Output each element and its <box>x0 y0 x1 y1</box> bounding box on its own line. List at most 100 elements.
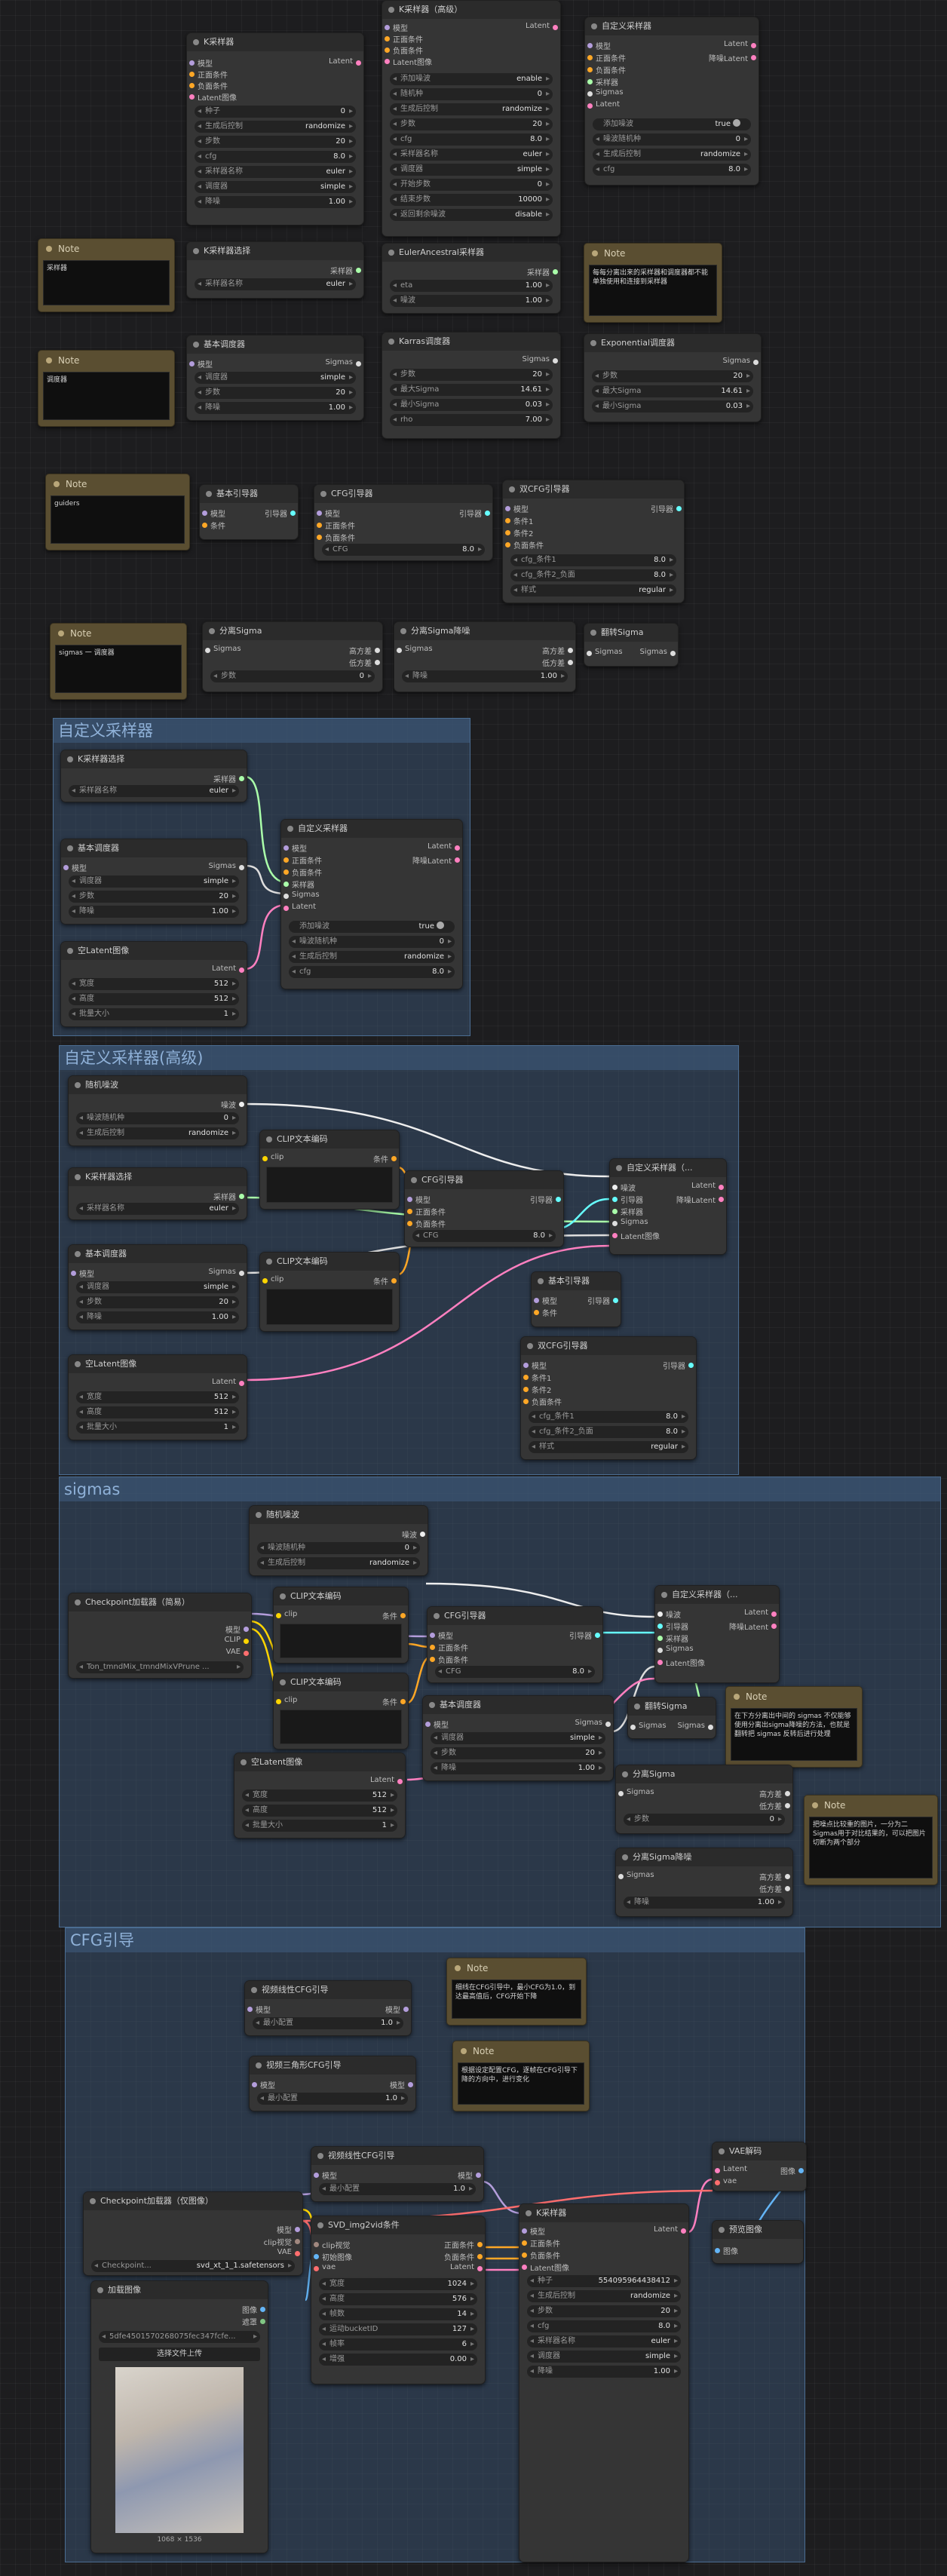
rho-widget[interactable]: rho7.00 <box>390 414 553 426</box>
min-cfg-widget[interactable]: 最小配置1.0 <box>319 2183 476 2195</box>
model-input[interactable]: 模型 <box>311 2170 337 2181</box>
cfg-widget[interactable]: cfg8.0 <box>593 164 751 176</box>
low-output[interactable]: 低方差 <box>759 1800 792 1811</box>
g2-ksampler-select-node[interactable]: K采样器选择 采样器 采样器名称euler <box>68 1167 247 1220</box>
sigmas-input[interactable]: Sigmas <box>655 1645 694 1653</box>
sigmas-output[interactable]: Sigmas <box>722 357 761 365</box>
latent-image-input[interactable]: Latent图像 <box>382 56 432 67</box>
width-widget[interactable]: 宽度512 <box>76 1391 239 1403</box>
sigmas-input[interactable]: Sigmas <box>610 1218 648 1226</box>
ksampler-node[interactable]: K采样器 模型 正面条件 负面条件 Latent图像 Latent 种子0 生成… <box>186 32 364 225</box>
denoise-widget[interactable]: 降噪1.00 <box>431 1762 605 1774</box>
g3-clip-encode-2-node[interactable]: CLIP文本编码 clip 条件 <box>273 1673 409 1750</box>
latent-output[interactable]: Latent <box>724 40 759 48</box>
negative-input[interactable]: 负面条件 <box>314 532 355 543</box>
cond-input[interactable]: 条件 <box>532 1307 557 1318</box>
positive-input[interactable]: 正面条件 <box>405 1206 446 1217</box>
g3-flip-sigmas-node[interactable]: 翻转Sigma Sigmas Sigmas <box>627 1697 716 1739</box>
negative-input[interactable]: 负面条件 <box>382 44 423 56</box>
latent-output[interactable]: Latent <box>212 964 247 973</box>
batch-widget[interactable]: 批量大小1 <box>76 1421 239 1434</box>
g4-linear-cfg-node[interactable]: 视频线性CFG引导 模型 模型 最小配置1.0 <box>244 1980 412 2036</box>
exponential-scheduler-node[interactable]: Exponential调度器 Sigmas 步数20 最大Sigma14.61 … <box>584 333 762 422</box>
width-widget[interactable]: 宽度512 <box>69 978 239 990</box>
ckpt-name-widget[interactable]: Ton_tmndMix_tmndMixVPrune ... <box>76 1661 244 1673</box>
high-output[interactable]: 高方差 <box>349 645 382 656</box>
prompt-textarea[interactable] <box>266 1167 393 1203</box>
latent-output[interactable]: Latent <box>450 2263 485 2271</box>
denoised-latent-output[interactable]: 降噪Latent <box>729 1621 779 1632</box>
sampler-name-widget[interactable]: 采样器名称euler <box>69 785 239 797</box>
g4-checkpoint-video-node[interactable]: Checkpoint加载器（仅图像） 模型 clip视觉 VAE Checkpo… <box>83 2191 303 2276</box>
upload-button[interactable]: 选择文件上传 <box>99 2348 260 2361</box>
noise-output[interactable]: 噪波 <box>221 1099 247 1110</box>
steps-widget[interactable]: 步数20 <box>431 1747 605 1759</box>
sigmas-input[interactable]: Sigmas <box>585 88 624 97</box>
latent-image-input[interactable]: Latent图像 <box>519 2262 569 2273</box>
cfg-widget[interactable]: CFG8.0 <box>435 1666 595 1678</box>
clip-input[interactable]: clip <box>274 1610 297 1618</box>
cfg-cond2-widget[interactable]: cfg_条件2_负面8.0 <box>510 569 676 581</box>
vae-output[interactable]: VAE <box>277 2248 302 2256</box>
ksampler-select-node[interactable]: K采样器选择 采样器 采样器名称euler <box>186 241 364 299</box>
note-scheduler[interactable]: Note 调度器 <box>38 350 175 427</box>
cond1-input[interactable]: 条件1 <box>503 515 533 526</box>
frames-widget[interactable]: 帧数14 <box>319 2308 477 2320</box>
sigma-min-widget[interactable]: 最小Sigma0.03 <box>390 399 553 411</box>
g1-custom-sampler-node[interactable]: 自定义采样器 模型 正面条件 负面条件 采样器 Sigmas Latent La… <box>280 819 463 989</box>
steps-widget[interactable]: 步数20 <box>76 1296 239 1308</box>
control-widget[interactable]: 生成后控制randomize <box>527 2290 681 2302</box>
style-widget[interactable]: 样式regular <box>529 1441 688 1453</box>
sampler-output[interactable]: 采样器 <box>527 266 560 278</box>
denoise-widget[interactable]: 降噪1.00 <box>69 906 239 918</box>
sigmas-output[interactable]: Sigmas <box>575 1719 613 1727</box>
sampler-output[interactable]: 采样器 <box>330 265 363 276</box>
scheduler-widget[interactable]: 调度器simple <box>195 181 356 193</box>
sampler-input[interactable]: 采样器 <box>610 1206 643 1217</box>
cond2-input[interactable]: 条件2 <box>503 527 533 538</box>
guider-output[interactable]: 引导器 <box>459 508 492 519</box>
positive-input[interactable]: 正面条件 <box>314 520 355 531</box>
note-guiders[interactable]: Note guiders <box>45 474 190 550</box>
image-file-widget[interactable]: 5dfe4501570268075fec347fcfe... <box>99 2331 260 2343</box>
step-widget[interactable]: 步数0 <box>210 670 375 682</box>
note-triangle-cfg[interactable]: Note 根据设定配置CFG，逐帧在CFG引导下降的方向中，进行变化 <box>452 2041 590 2111</box>
note-linear-cfg[interactable]: Note 细线在CFG引导中，最小CFG为1.0，到达最高值后，CFG开始下降 <box>446 1958 587 2026</box>
flip-sigmas-node[interactable]: 翻转Sigma Sigmas Sigmas <box>584 623 679 667</box>
latent-output[interactable]: Latent <box>526 22 560 30</box>
sampler-input[interactable]: 采样器 <box>585 76 618 87</box>
sigmas-input[interactable]: Sigmas <box>616 1871 654 1879</box>
guider-output[interactable]: 引导器 <box>587 1295 621 1306</box>
g3-checkpoint-loader-node[interactable]: Checkpoint加载器（简易） 模型 CLIP VAE Ton_tmndMi… <box>68 1593 252 1679</box>
dual-cfg-guider-node[interactable]: 双CFG引导器 模型 条件1 条件2 负面条件 引导器 cfg_条件18.0 c… <box>502 480 685 603</box>
s-noise-widget[interactable]: 噪波1.00 <box>390 295 553 307</box>
sampler-input[interactable]: 采样器 <box>655 1633 688 1644</box>
clip-vision-output[interactable]: clip视觉 <box>264 2236 302 2247</box>
fps-widget[interactable]: 帧率6 <box>319 2338 477 2351</box>
start-step-widget[interactable]: 开始步数0 <box>390 179 553 191</box>
denoise-widget[interactable]: 降噪1.00 <box>195 402 356 414</box>
g4-load-image-node[interactable]: 加载图像 图像 遮罩 5dfe4501570268075fec347fcfe..… <box>90 2280 268 2553</box>
model-input[interactable]: 模型 <box>187 57 213 69</box>
model-input[interactable]: 模型 <box>428 1630 453 1641</box>
model-output[interactable]: 模型 <box>277 2224 302 2235</box>
g3-split-sigmas-node[interactable]: 分离Sigma Sigmas 高方差 低方差 步数0 <box>615 1765 793 1834</box>
note-sigmas[interactable]: Note sigmas 一 调度器 <box>50 623 187 700</box>
cfg-widget[interactable]: cfg8.0 <box>527 2320 681 2332</box>
noise-output[interactable]: 噪波 <box>402 1529 428 1540</box>
sigmas-output[interactable]: Sigmas <box>325 358 363 366</box>
cond2-input[interactable]: 条件2 <box>521 1384 551 1395</box>
negative-input[interactable]: 负面条件 <box>585 64 626 75</box>
sampler-name-widget[interactable]: 采样器名称euler <box>527 2335 681 2348</box>
model-output[interactable]: 模型 <box>390 2079 415 2090</box>
cond-output[interactable]: 条件 <box>373 1275 399 1286</box>
denoised-latent-output[interactable]: 降噪Latent <box>709 52 759 63</box>
positive-input[interactable]: 正面条件 <box>519 2237 560 2249</box>
g4-ksampler-node[interactable]: K采样器 模型 正面条件 负面条件 Latent图像 Latent 种子5540… <box>519 2203 689 2562</box>
latent-output[interactable]: Latent <box>744 1608 779 1617</box>
denoise-widget[interactable]: 降噪1.00 <box>624 1897 785 1909</box>
return-noise-widget[interactable]: 返回剩余噪波disable <box>390 209 553 221</box>
g2-clip-encode-1-node[interactable]: CLIP文本编码 clip 条件 <box>259 1130 400 1210</box>
note-sampler[interactable]: Note 采样器 <box>38 238 175 312</box>
latent-input[interactable]: Latent <box>585 100 620 109</box>
